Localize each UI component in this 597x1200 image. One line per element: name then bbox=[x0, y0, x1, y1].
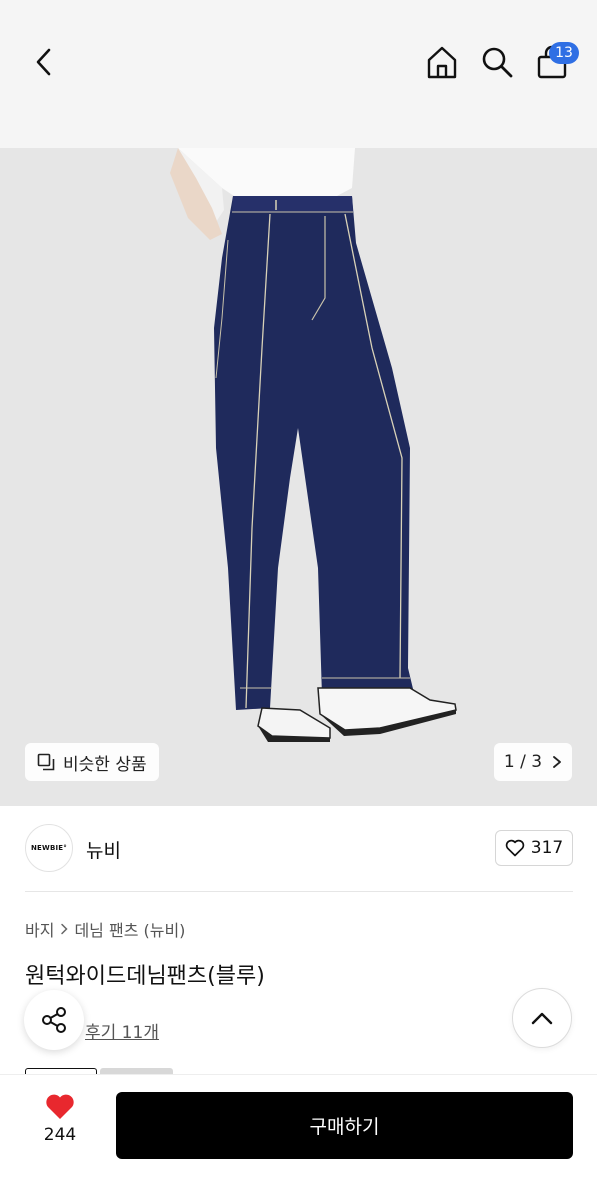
similar-items-icon bbox=[37, 753, 55, 771]
product-title: 원턱와이드데님팬츠(블루) bbox=[25, 964, 265, 989]
chevron-right-icon bbox=[553, 756, 561, 768]
top-navigation-bar: 13 bbox=[0, 0, 597, 148]
breadcrumb: 바지 데님 팬츠 (뉴비) bbox=[25, 917, 185, 941]
buy-button[interactable]: 구매하기 bbox=[116, 1092, 573, 1159]
cart-count-badge: 13 bbox=[549, 42, 579, 64]
home-icon bbox=[427, 46, 457, 79]
brand-logo[interactable]: NEWBIE° bbox=[25, 824, 73, 872]
brand-row: NEWBIE° 뉴비 317 bbox=[0, 806, 597, 892]
wishlist-button[interactable]: 244 bbox=[30, 1093, 90, 1155]
breadcrumb-item-subcategory[interactable]: 데님 팬츠 (뉴비) bbox=[74, 917, 185, 941]
search-button[interactable] bbox=[478, 43, 516, 81]
chevron-right-icon bbox=[61, 923, 69, 935]
breadcrumb-item-category[interactable]: 바지 bbox=[25, 917, 54, 941]
image-page-indicator[interactable]: 1 / 3 bbox=[494, 743, 572, 781]
share-icon bbox=[42, 1007, 66, 1033]
brand-logo-text: NEWBIE° bbox=[31, 844, 67, 852]
search-icon bbox=[482, 47, 513, 78]
similar-items-button[interactable]: 비슷한 상품 bbox=[25, 743, 159, 781]
heart-filled-icon bbox=[46, 1094, 74, 1119]
heart-outline-icon bbox=[505, 839, 525, 857]
back-icon bbox=[36, 48, 51, 76]
similar-items-label: 비슷한 상품 bbox=[63, 754, 147, 775]
bottom-action-bar: 244 구매하기 bbox=[0, 1074, 597, 1200]
page-indicator-text: 1 / 3 bbox=[503, 752, 543, 772]
wishlist-count: 244 bbox=[43, 1125, 77, 1145]
brand-like-button[interactable]: 317 bbox=[495, 830, 573, 866]
chevron-up-icon bbox=[531, 1012, 553, 1025]
share-button[interactable] bbox=[24, 990, 84, 1050]
scroll-to-top-button[interactable] bbox=[512, 988, 572, 1048]
home-button[interactable] bbox=[422, 42, 462, 82]
review-link[interactable]: 후기 11개 bbox=[85, 1018, 159, 1043]
brand-like-count: 317 bbox=[530, 838, 564, 858]
back-button[interactable] bbox=[26, 44, 62, 80]
product-image-gallery[interactable]: 비슷한 상품 1 / 3 bbox=[0, 148, 597, 806]
product-photo-jeans bbox=[0, 148, 597, 806]
brand-name[interactable]: 뉴비 bbox=[86, 836, 121, 863]
divider bbox=[25, 891, 573, 892]
